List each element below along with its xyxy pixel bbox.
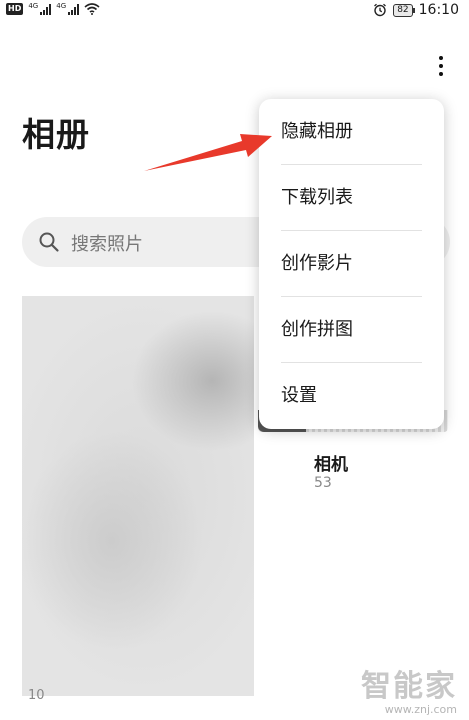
more-vertical-icon[interactable] xyxy=(432,50,450,82)
hd-badge: HD xyxy=(6,3,24,15)
search-icon xyxy=(39,232,59,252)
status-left: HD 4G 4G xyxy=(6,3,100,15)
album-count: 10 xyxy=(28,688,45,703)
battery-icon: 82 xyxy=(393,3,416,17)
cell-signal-icon: 4G xyxy=(28,3,52,15)
watermark-url: www.znj.com xyxy=(384,703,457,716)
album-name-camera[interactable]: 相机 xyxy=(314,450,348,475)
menu-item-create-movie[interactable]: 创作影片 xyxy=(259,231,444,297)
wifi-icon xyxy=(84,3,100,15)
status-right: 82 16:10 xyxy=(373,2,459,18)
status-bar: HD 4G 4G 82 16:10 xyxy=(0,0,469,22)
arrow-shape xyxy=(144,134,272,171)
watermark-logo: 智能家 xyxy=(361,669,457,704)
album-count-camera: 53 xyxy=(314,475,332,491)
search-placeholder: 搜索照片 xyxy=(71,234,143,255)
menu-item-settings[interactable]: 设置 xyxy=(259,363,444,429)
alarm-icon xyxy=(374,3,387,17)
gallery-screen: HD 4G 4G 82 16:10 相册 搜索照片 10 相机 53 隐藏相册 … xyxy=(0,0,469,720)
album-thumbnail-all[interactable] xyxy=(22,296,254,696)
overflow-menu: 隐藏相册 下载列表 创作影片 创作拼图 设置 xyxy=(259,99,444,429)
clock: 16:10 xyxy=(418,2,459,18)
cell-signal-icon-2: 4G xyxy=(56,3,80,15)
watermark: 智能家 www.znj.com xyxy=(361,669,457,717)
page-title: 相册 xyxy=(22,115,90,154)
menu-item-hide-albums[interactable]: 隐藏相册 xyxy=(259,99,444,165)
menu-item-download-list[interactable]: 下载列表 xyxy=(259,165,444,231)
menu-item-create-collage[interactable]: 创作拼图 xyxy=(259,297,444,363)
